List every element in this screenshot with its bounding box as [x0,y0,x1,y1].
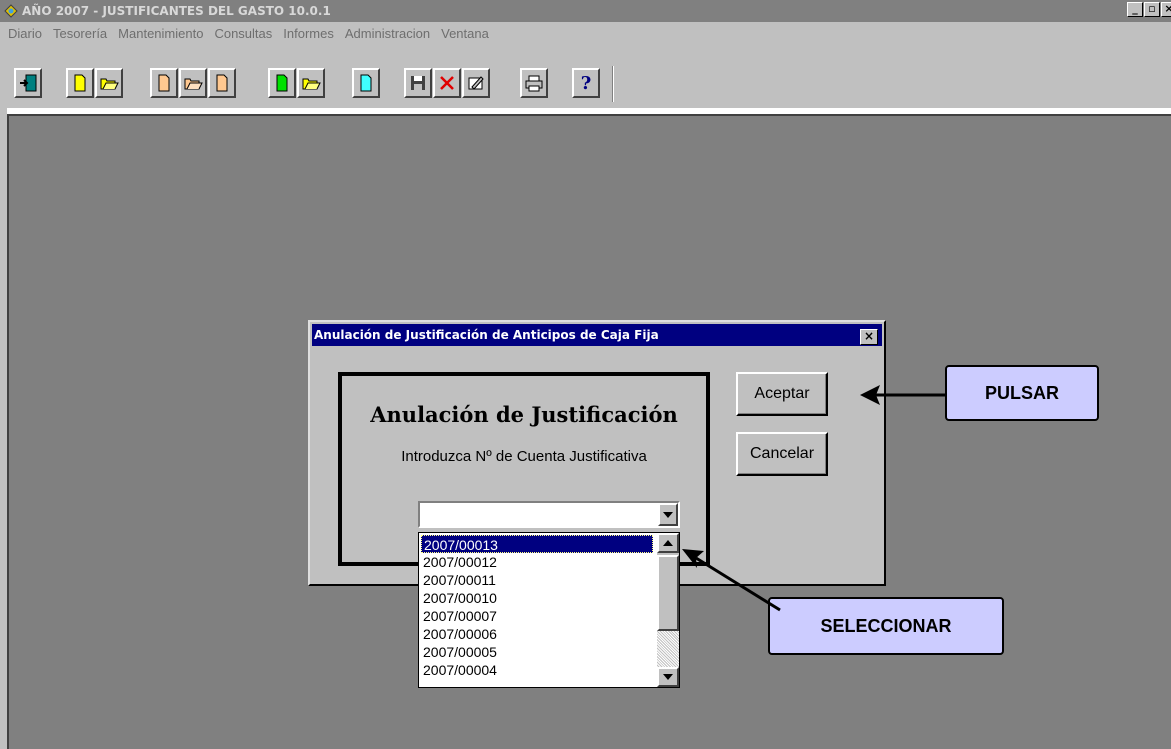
toolbar-group-cyan [352,68,380,98]
save-icon [411,76,425,90]
open-button[interactable] [95,68,123,98]
menu-tesoreria[interactable]: Tesorería [48,26,113,41]
window-left-border [0,108,7,749]
new-orange-button[interactable] [150,68,178,98]
list-item[interactable]: 2007/00006 [423,625,497,643]
callout-seleccionar: SELECCIONAR [768,597,1004,655]
open-orange-button[interactable] [179,68,207,98]
list-item[interactable]: 2007/00004 [423,661,497,679]
toolbar-group-help: ? [572,68,600,98]
chevron-up-icon [663,540,673,546]
chevron-down-icon [663,674,673,680]
callout-pulsar: PULSAR [945,365,1099,421]
close-window-button[interactable]: × [1161,2,1171,17]
help-icon: ? [580,72,592,94]
exit-icon [20,74,37,92]
document-icon [360,74,372,92]
new-document-icon [74,74,86,92]
dialog-close-button[interactable]: × [860,329,878,345]
open-folder-icon [302,78,321,90]
dialog-title: Anulación de Justificación de Anticipos … [314,328,659,342]
new-button[interactable] [66,68,94,98]
cancel-button[interactable]: Cancelar [736,432,828,476]
combo-dropdown-button[interactable] [658,503,678,526]
account-combobox[interactable] [418,501,680,528]
print-icon [525,75,543,92]
toolbar-group-edit [404,68,490,98]
toolbar: ? [0,44,1171,108]
delete-icon [440,76,454,90]
window-controls: _ ▫ × [1127,2,1171,17]
dialog-instruction: Introduzca Nº de Cuenta Justificativa [401,448,647,465]
toolbar-group-file [66,68,123,98]
edit-button[interactable] [462,68,490,98]
document-icon [216,74,228,92]
document-orange-button[interactable] [208,68,236,98]
new-green-button[interactable] [268,68,296,98]
list-item[interactable]: 2007/00005 [423,643,497,661]
save-button[interactable] [404,68,432,98]
menu-diario[interactable]: Diario [3,26,48,41]
list-item[interactable]: 2007/00010 [423,589,497,607]
app-title: AÑO 2007 - JUSTIFICANTES DEL GASTO 10.0.… [22,4,331,18]
chevron-down-icon [663,511,673,518]
menu-administracion[interactable]: Administracion [340,26,436,41]
menu-ventana[interactable]: Ventana [436,26,495,41]
dialog-titlebar: Anulación de Justificación de Anticipos … [312,324,882,346]
toolbar-group-orange [150,68,236,98]
scroll-thumb[interactable] [657,555,679,631]
exit-button[interactable] [14,68,42,98]
edit-icon [468,76,484,90]
list-scrollbar[interactable] [657,533,679,687]
help-button[interactable]: ? [572,68,600,98]
toolbar-group-green [268,68,325,98]
open-folder-icon [184,78,203,90]
open-green-button[interactable] [297,68,325,98]
list-item-selected[interactable]: 2007/00013 [421,535,653,553]
menu-bar: Diario Tesorería Mantenimiento Consultas… [0,22,1171,44]
scroll-track[interactable] [657,631,679,667]
open-folder-icon [100,78,119,90]
delete-button[interactable] [433,68,461,98]
toolbar-separator [612,66,614,102]
menu-informes[interactable]: Informes [278,26,340,41]
list-item[interactable]: 2007/00012 [423,553,497,571]
scroll-down-button[interactable] [657,667,679,687]
app-icon [3,3,19,19]
print-button[interactable] [520,68,548,98]
minimize-button[interactable]: _ [1127,2,1143,17]
scroll-up-button[interactable] [657,533,679,553]
list-item[interactable]: 2007/00007 [423,607,497,625]
dialog-heading: Anulación de Justificación [370,402,678,427]
account-dropdown-list: 2007/00013 2007/00012 2007/00011 2007/00… [418,532,680,688]
menu-mantenimiento[interactable]: Mantenimiento [113,26,209,41]
list-item[interactable]: 2007/00011 [423,571,496,589]
toolbar-group-exit [14,68,42,98]
restore-button[interactable]: ▫ [1144,2,1160,17]
app-titlebar: AÑO 2007 - JUSTIFICANTES DEL GASTO 10.0.… [0,0,1171,22]
menu-consultas[interactable]: Consultas [209,26,278,41]
document-cyan-button[interactable] [352,68,380,98]
toolbar-group-print [520,68,548,98]
new-green-document-icon [276,74,288,92]
accept-button[interactable]: Aceptar [736,372,828,416]
new-document-icon [158,74,170,92]
